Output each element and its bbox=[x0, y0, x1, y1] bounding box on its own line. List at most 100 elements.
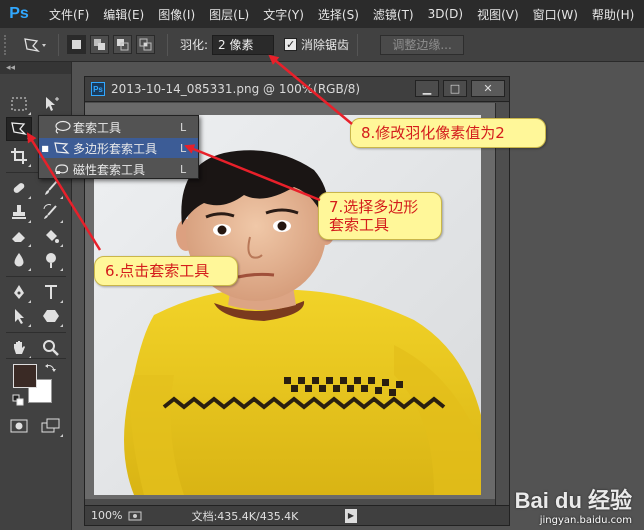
zoom-tool[interactable] bbox=[38, 336, 64, 360]
flyout-indicator bbox=[28, 164, 31, 167]
polygonal-lasso-icon bbox=[11, 122, 27, 136]
rectangular-marquee-icon bbox=[11, 97, 27, 111]
flyout-item-label: 多边形套索工具 bbox=[73, 141, 158, 156]
brush-tool[interactable] bbox=[38, 176, 64, 200]
swap-colors-icon[interactable] bbox=[44, 362, 56, 374]
flyout-shortcut: L bbox=[180, 162, 187, 176]
stamp-icon bbox=[12, 205, 26, 219]
healing-brush-tool[interactable] bbox=[6, 176, 32, 200]
flyout-indicator bbox=[28, 324, 31, 327]
flyout-item-polygonal-lasso[interactable]: ■ 多边形套索工具 L bbox=[39, 138, 198, 158]
type-icon bbox=[45, 285, 57, 299]
path-selection-tool[interactable] bbox=[6, 304, 32, 328]
history-brush-icon bbox=[43, 204, 57, 219]
new-selection-button[interactable] bbox=[67, 35, 86, 54]
pen-icon bbox=[14, 285, 24, 299]
refine-edge-button[interactable]: 调整边缘... bbox=[380, 34, 465, 55]
pen-tool[interactable] bbox=[6, 280, 32, 304]
separator bbox=[167, 33, 168, 56]
vertical-scrollbar[interactable] bbox=[495, 103, 509, 507]
flyout-indicator bbox=[28, 300, 31, 303]
menu-select[interactable]: 选择(S) bbox=[311, 6, 366, 23]
separator bbox=[58, 33, 59, 56]
flyout-indicator bbox=[28, 220, 31, 223]
document-title-bar[interactable]: Ps 2013-10-14_085331.png @ 100%(RGB/8) ▁… bbox=[85, 77, 509, 102]
shape-tool[interactable] bbox=[38, 304, 64, 328]
menu-layer[interactable]: 图层(L) bbox=[202, 6, 256, 23]
antialias-checkbox[interactable]: ✓ bbox=[284, 38, 298, 51]
path-selection-arrow-icon bbox=[15, 309, 24, 324]
marquee-tool[interactable] bbox=[6, 92, 32, 116]
zoom-level[interactable]: 100% bbox=[85, 509, 125, 522]
polygonal-lasso-icon bbox=[24, 37, 46, 52]
add-selection-icon bbox=[94, 39, 105, 50]
flyout-indicator bbox=[28, 196, 31, 199]
document-title: 2013-10-14_085331.png @ 100%(RGB/8) bbox=[111, 82, 361, 96]
menu-view[interactable]: 视图(V) bbox=[470, 6, 526, 23]
separator bbox=[357, 33, 359, 56]
menu-3d[interactable]: 3D(D) bbox=[421, 7, 470, 21]
crop-icon bbox=[11, 148, 27, 164]
status-info-icon[interactable] bbox=[125, 508, 145, 524]
lasso-tool[interactable] bbox=[6, 117, 32, 141]
flyout-item-magnetic-lasso[interactable]: 磁性套索工具 L bbox=[39, 159, 198, 179]
flyout-item-label: 套索工具 bbox=[73, 120, 122, 135]
intersect-selection-button[interactable] bbox=[136, 35, 155, 54]
paint-bucket-tool[interactable] bbox=[38, 224, 64, 248]
brush-icon bbox=[45, 180, 58, 195]
lasso-tool-flyout: 套索工具 L ■ 多边形套索工具 L 磁性套索工具 L bbox=[38, 115, 199, 179]
options-bar-grip[interactable] bbox=[4, 34, 10, 55]
options-bar: 羽化: 2 像素 ✓ 消除锯齿 调整边缘... bbox=[0, 28, 644, 62]
callout-step-8: 8.修改羽化像素值为2 bbox=[350, 118, 546, 148]
dodge-tool[interactable] bbox=[38, 248, 64, 272]
quick-mask-button[interactable] bbox=[6, 414, 32, 438]
feather-input[interactable]: 2 像素 bbox=[212, 34, 275, 55]
clone-stamp-tool[interactable] bbox=[6, 200, 32, 224]
antialias-label: 消除锯齿 bbox=[301, 38, 350, 52]
menu-type[interactable]: 文字(Y) bbox=[256, 6, 311, 23]
maximize-button[interactable]: □ bbox=[443, 80, 467, 97]
dodge-icon bbox=[46, 253, 56, 268]
paint-bucket-icon bbox=[46, 230, 59, 243]
hexagon-shape-icon bbox=[43, 310, 59, 322]
lasso-icon bbox=[51, 118, 73, 136]
flyout-indicator bbox=[28, 112, 31, 115]
hand-tool[interactable] bbox=[6, 336, 32, 360]
tool-preset-picker[interactable] bbox=[20, 33, 50, 57]
flyout-item-lasso[interactable]: 套索工具 L bbox=[39, 117, 198, 137]
flyout-shortcut: L bbox=[180, 141, 187, 155]
subtract-from-selection-button[interactable] bbox=[113, 35, 132, 54]
status-menu-arrow[interactable]: ▶ bbox=[345, 508, 357, 523]
toolbar-collapse-button[interactable]: ◂◂ bbox=[0, 62, 71, 74]
menu-help[interactable]: 帮助(H) bbox=[585, 6, 641, 23]
polygonal-lasso-icon bbox=[51, 139, 73, 157]
crop-tool[interactable] bbox=[6, 144, 32, 168]
watermark-logo: Bai du 经验 bbox=[514, 488, 632, 513]
flyout-indicator bbox=[60, 434, 63, 437]
close-button[interactable]: ✕ bbox=[471, 80, 505, 97]
screen-mode-button[interactable] bbox=[38, 414, 64, 438]
add-to-selection-button[interactable] bbox=[90, 35, 109, 54]
move-tool[interactable] bbox=[38, 92, 64, 116]
menu-file[interactable]: 文件(F) bbox=[42, 6, 96, 23]
magnetic-lasso-icon bbox=[51, 160, 73, 178]
blur-tool[interactable] bbox=[6, 248, 32, 272]
flyout-indicator bbox=[27, 136, 30, 139]
foreground-color-swatch[interactable] bbox=[13, 364, 37, 388]
menu-edit[interactable]: 编辑(E) bbox=[96, 6, 151, 23]
toolbar-divider bbox=[6, 276, 66, 277]
default-colors-icon[interactable] bbox=[12, 394, 24, 406]
flyout-indicator bbox=[60, 300, 63, 303]
menu-filter[interactable]: 滤镜(T) bbox=[366, 6, 421, 23]
menu-window[interactable]: 窗口(W) bbox=[526, 6, 585, 23]
history-brush-tool[interactable] bbox=[38, 200, 64, 224]
eraser-tool[interactable] bbox=[6, 224, 32, 248]
type-tool[interactable] bbox=[38, 280, 64, 304]
menu-image[interactable]: 图像(I) bbox=[151, 6, 202, 23]
flyout-indicator bbox=[60, 324, 63, 327]
document-ps-icon: Ps bbox=[91, 82, 105, 96]
flyout-indicator bbox=[60, 268, 63, 271]
callout-step-6: 6.点击套索工具 bbox=[94, 256, 238, 286]
baidu-jingyan-watermark: Bai du 经验 jingyan.baidu.com bbox=[515, 483, 632, 526]
minimize-button[interactable]: ▁ bbox=[415, 80, 439, 97]
